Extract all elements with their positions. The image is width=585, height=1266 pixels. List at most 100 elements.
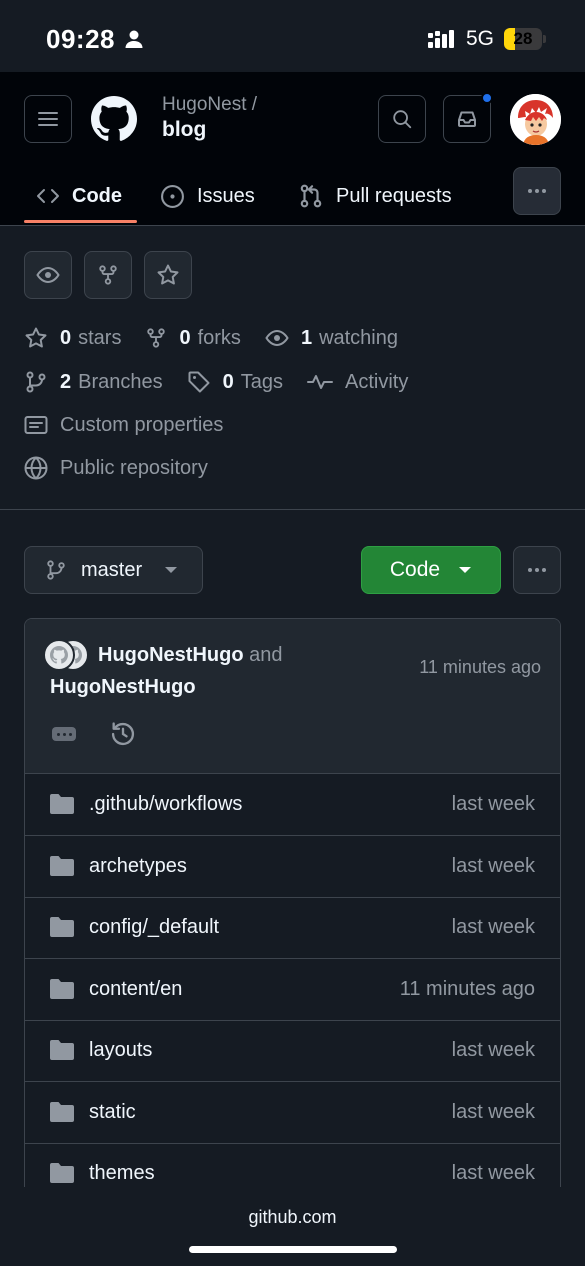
eye-icon [265,329,289,347]
star-icon [25,327,47,348]
file-row[interactable]: archetypes last week [25,836,560,898]
more-tabs-button[interactable] [513,167,561,215]
caret-down-icon [165,567,178,573]
branches-label: Branches [78,370,163,393]
star-button[interactable] [144,251,192,299]
github-logo-icon[interactable] [91,96,137,142]
file-browser: HugoNestHugo and HugoNestHugo 11 minutes… [24,618,561,1198]
file-name[interactable]: layouts [89,1039,152,1062]
file-row[interactable]: static last week [25,1082,560,1144]
caret-down-icon [459,567,472,573]
repo-name-link[interactable]: blog [162,118,206,142]
globe-icon [24,456,48,480]
branches-count: 2 [60,370,72,393]
branch-icon [26,371,46,393]
activity-link[interactable]: Activity [307,370,408,394]
file-time: last week [451,1100,535,1123]
repo-owner-link[interactable]: HugoNest / [162,94,257,116]
file-row[interactable]: config/_default last week [25,897,560,959]
stars-count: 0 [60,326,72,349]
forks-label: forks [197,326,241,349]
branches-link[interactable]: 2 Branches [24,370,163,394]
commit-author-link[interactable]: HugoNestHugo [98,644,244,666]
pull-request-icon [300,184,322,208]
tab-code[interactable]: Code [36,166,122,226]
file-row[interactable]: content/en 11 minutes ago [25,959,560,1021]
tag-icon [188,371,210,393]
person-icon [124,29,144,49]
fork-icon [99,265,117,285]
visibility-row: Public repository [24,456,232,480]
tab-issues[interactable]: Issues [160,166,255,226]
file-name[interactable]: content/en [89,978,182,1001]
stars-label: stars [78,326,122,349]
commit-message-toggle-button[interactable] [52,727,76,741]
pulse-icon [307,375,333,389]
commit-conjunction: and [249,644,283,666]
watching-label: watching [319,326,398,349]
file-name[interactable]: themes [89,1162,155,1185]
watching-link[interactable]: 1 watching [265,326,398,350]
folder-icon [50,917,74,937]
folder-icon [50,855,74,876]
tags-label: Tags [240,370,283,393]
history-button[interactable] [109,720,137,748]
custom-properties-link[interactable]: Custom properties [24,413,247,437]
fork-icon [147,328,166,348]
watching-count: 1 [300,326,313,349]
tags-link[interactable]: 0 Tags [187,370,283,394]
file-name[interactable]: .github/workflows [89,793,242,816]
visibility-label: Public repository [60,456,208,479]
battery-icon: 28 [504,28,542,50]
custom-properties-label: Custom properties [60,413,224,436]
file-name[interactable]: config/_default [89,916,219,939]
signal-icon [428,29,460,49]
active-tab-indicator [24,220,137,223]
hamburger-icon [38,112,58,126]
forks-link[interactable]: 0 forks [145,326,241,350]
status-time: 09:28 [46,24,115,54]
tab-pull-requests[interactable]: Pull requests [298,166,452,226]
status-bar: 09:28 5G 28 [0,0,585,72]
notification-dot [481,92,493,104]
file-time: last week [451,916,535,938]
repo-header: HugoNest / blog Code Issues Pull request… [0,72,585,226]
repo-more-button[interactable] [513,546,561,594]
folder-icon [50,1101,74,1122]
commit-time: 11 minutes ago [419,657,541,677]
activity-label: Activity [345,370,409,393]
fork-button[interactable] [84,251,132,299]
commit-author-link[interactable]: HugoNestHugo [50,676,196,698]
hamburger-menu-button[interactable] [24,95,72,143]
folder-icon [50,978,74,999]
inbox-icon [458,111,476,127]
battery-tip [543,35,546,43]
file-row[interactable]: layouts last week [25,1020,560,1082]
kebab-horizontal-icon [528,189,546,193]
kebab-horizontal-icon [528,568,546,572]
branch-name: master [81,558,143,581]
file-name[interactable]: archetypes [89,855,187,878]
stars-link[interactable]: 0 stars [24,326,121,350]
folder-icon [50,794,74,814]
file-time: last week [451,1039,535,1061]
file-time: last week [451,854,535,877]
search-button[interactable] [378,95,426,143]
file-row[interactable]: .github/workflows last week [25,774,560,836]
user-avatar[interactable] [510,94,561,145]
browser-bottom-bar: github.com [0,1187,585,1266]
file-time: 11 minutes ago [399,977,535,1000]
home-indicator[interactable] [189,1246,397,1253]
code-button[interactable]: Code [361,546,501,594]
file-name[interactable]: static [89,1101,136,1124]
inbox-button[interactable] [443,92,493,143]
repo-stats-row: 0 stars 0 forks 1 watching [24,326,422,350]
watch-button[interactable] [24,251,72,299]
network-type: 5G [466,27,495,50]
url-bar[interactable]: github.com [0,1207,585,1228]
note-icon [24,416,48,434]
branch-selector[interactable]: master [24,546,203,594]
section-divider [0,509,585,510]
tab-code-label: Code [72,184,122,207]
history-icon [111,722,135,746]
